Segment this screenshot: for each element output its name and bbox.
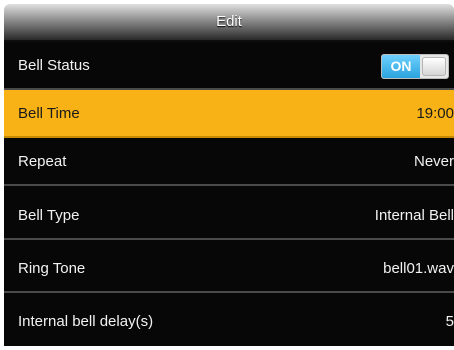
device-screen: Edit Bell Status ON Bell Time 19:00 Repe… — [0, 0, 454, 350]
page-title: Edit — [216, 13, 242, 30]
row-bell-type[interactable]: Bell Type Internal Bell — [4, 192, 454, 240]
row-value: 19:00 — [416, 105, 454, 122]
settings-list: Bell Status ON Bell Time 19:00 Repeat Ne… — [4, 42, 454, 346]
row-repeat[interactable]: Repeat Never — [4, 138, 454, 186]
row-ring-tone[interactable]: Ring Tone bell01.wav — [4, 245, 454, 293]
row-label: Bell Status — [18, 57, 90, 74]
toggle-knob — [422, 57, 446, 76]
title-bar: Edit — [4, 4, 454, 42]
row-value: Never — [413, 153, 454, 170]
row-internal-bell-delay[interactable]: Internal bell delay(s) 5 — [4, 298, 454, 346]
row-label: Ring Tone — [18, 260, 86, 277]
row-label: Bell Type — [18, 207, 80, 224]
row-value: Internal Bell — [374, 207, 454, 224]
toggle-on-label: ON — [382, 55, 420, 78]
row-label: Internal bell delay(s) — [18, 313, 154, 330]
row-bell-status[interactable]: Bell Status ON — [4, 42, 454, 90]
row-label: Repeat — [18, 153, 67, 170]
bell-status-toggle[interactable]: ON — [381, 54, 449, 79]
row-value: 5 — [445, 313, 454, 330]
row-label: Bell Time — [18, 105, 80, 122]
row-value: bell01.wav — [383, 260, 454, 277]
row-bell-time[interactable]: Bell Time 19:00 — [4, 90, 454, 138]
